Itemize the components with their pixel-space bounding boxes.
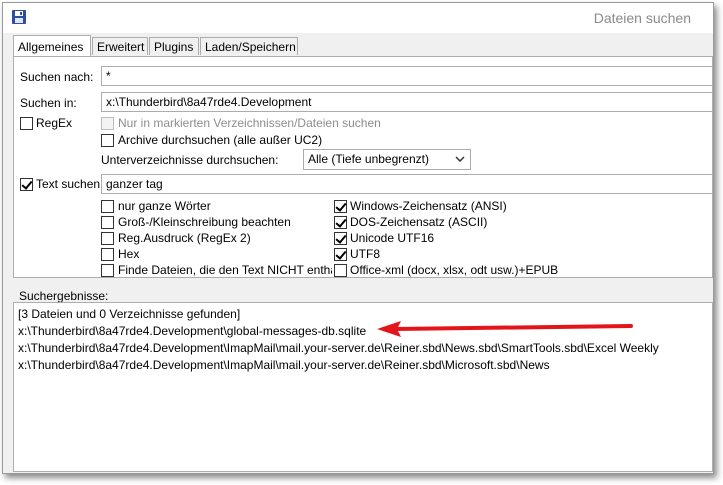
whole-words-checkbox[interactable] [101,200,114,213]
search-in-input[interactable]: x:\Thunderbird\8a47rde4.Development [101,92,713,112]
chevron-down-icon [454,153,466,165]
tab-laden-speichern[interactable]: Laden/Speichern [200,37,298,55]
text-search-input[interactable]: ganzer tag [101,174,713,194]
windows-charset-checkbox[interactable] [334,200,347,213]
text-search-checkbox[interactable] [20,178,33,191]
general-panel: Suchen nach: * Suchen in: x:\Thunderbird… [13,56,713,278]
dos-charset-checkbox[interactable] [334,216,347,229]
not-containing-checkbox[interactable] [101,264,114,277]
regex-checkbox[interactable] [20,117,33,130]
tab-plugins[interactable]: Plugins [149,37,199,55]
not-containing-label: Finde Dateien, die den Text NICHT enthal [118,263,332,277]
result-item[interactable]: x:\Thunderbird\8a47rde4.Development\Imap… [18,358,550,372]
subdirs-dropdown[interactable]: Alle (Tiefe unbegrenzt) [303,149,471,170]
office-xml-label: Office-xml (docx, xlsx, odt usw.)+EPUB [350,263,559,277]
search-for-input[interactable]: * [101,66,713,86]
utf8-label: UTF8 [350,247,380,261]
results-summary: [3 Dateien und 0 Verzeichnisse gefunden] [18,307,241,321]
dos-charset-label: DOS-Zeichensatz (ASCII) [350,215,488,229]
result-item[interactable]: x:\Thunderbird\8a47rde4.Development\Imap… [18,341,659,355]
whole-words-label: nur ganze Wörter [118,199,211,213]
unicode-utf16-checkbox[interactable] [334,232,347,245]
annotation-arrow [377,321,633,337]
search-for-label: Suchen nach: [20,70,94,84]
title-bar: Dateien suchen [3,3,713,33]
hex-checkbox[interactable] [101,248,114,261]
floppy-disk-icon [11,9,27,25]
results-label: Suchergebnisse: [19,289,109,303]
hex-label: Hex [118,247,140,261]
archives-checkbox[interactable] [101,134,114,147]
office-xml-checkbox[interactable] [334,264,347,277]
windows-charset-label: Windows-Zeichensatz (ANSI) [350,199,507,213]
unicode-utf16-label: Unicode UTF16 [350,231,435,245]
regex2-checkbox[interactable] [101,232,114,245]
tab-allgemeines[interactable]: Allgemeines [13,35,91,56]
archives-label: Archive durchsuchen (alle außer UC2) [118,133,323,147]
search-in-label: Suchen in: [20,96,77,110]
case-sensitive-label: Groß-/Kleinschreibung beachten [118,215,291,229]
subdirs-label: Unterverzeichnisse durchsuchen: [101,153,279,167]
text-search-label: Text suchen [36,177,101,191]
utf8-checkbox[interactable] [334,248,347,261]
only-marked-label: Nur in markierten Verzeichnissen/Dateien… [118,116,381,130]
window-title: Dateien suchen [593,10,691,26]
case-sensitive-checkbox[interactable] [101,216,114,229]
regex-label: RegEx [36,116,73,130]
result-item[interactable]: x:\Thunderbird\8a47rde4.Development\glob… [18,324,366,338]
regex2-label: Reg.Ausdruck (RegEx 2) [118,231,251,245]
tab-erweitert[interactable]: Erweitert [92,37,148,55]
only-marked-checkbox[interactable] [101,117,114,130]
subdirs-value: Alle (Tiefe unbegrenzt) [308,152,429,166]
search-dialog: Dateien suchen Allgemeines Erweitert Plu… [2,2,714,474]
